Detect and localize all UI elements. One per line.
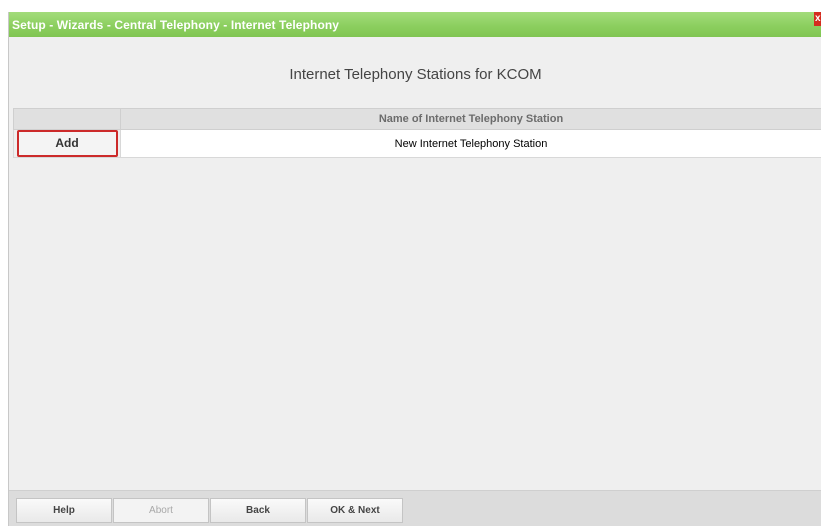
- window-title: Setup - Wizards - Central Telephony - In…: [12, 18, 340, 32]
- footer-bar: Help Abort Back OK & Next: [9, 490, 821, 526]
- page-heading: Internet Telephony Stations for KCOM: [289, 66, 542, 83]
- wizard-window: Setup - Wizards - Central Telephony - In…: [8, 12, 821, 526]
- help-button[interactable]: Help: [16, 498, 112, 523]
- column-header-action: [13, 108, 121, 130]
- close-icon[interactable]: x: [814, 12, 821, 26]
- table-row: Add New Internet Telephony Station: [13, 129, 821, 158]
- stations-table: Name of Internet Telephony Station Add N…: [13, 108, 821, 158]
- abort-button: Abort: [113, 498, 209, 523]
- add-button[interactable]: Add: [16, 130, 118, 157]
- back-button[interactable]: Back: [210, 498, 306, 523]
- ok-next-button[interactable]: OK & Next: [307, 498, 403, 523]
- table-header-row: Name of Internet Telephony Station: [13, 108, 821, 130]
- column-header-name: Name of Internet Telephony Station: [120, 108, 821, 130]
- action-cell: Add: [13, 129, 121, 158]
- title-bar: Setup - Wizards - Central Telephony - In…: [9, 12, 821, 37]
- station-name-cell: New Internet Telephony Station: [120, 129, 821, 158]
